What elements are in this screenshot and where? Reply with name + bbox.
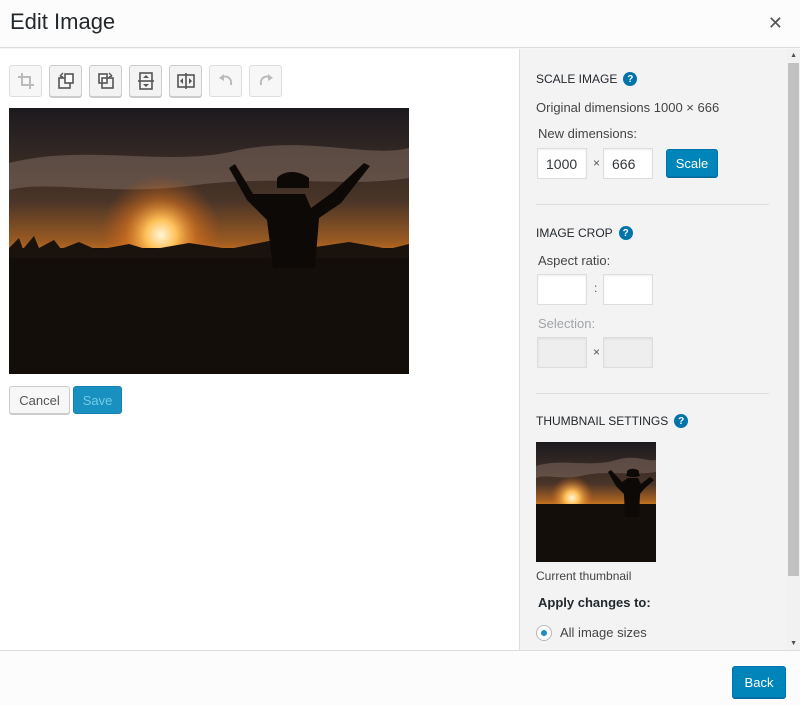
scale-button[interactable]: Scale: [666, 149, 718, 177]
flip-vertical-icon: [137, 72, 154, 90]
modal-title: Edit Image: [10, 9, 116, 34]
crop-icon: [17, 73, 34, 89]
crop-help-icon[interactable]: ?: [618, 226, 633, 240]
aspect-ratio-label: Aspect ratio:: [538, 253, 611, 268]
new-dimensions-label: New dimensions:: [538, 126, 637, 141]
back-button[interactable]: Back: [732, 666, 786, 698]
thumbnail-help-icon[interactable]: ?: [674, 414, 689, 428]
rotate-right-icon: [97, 72, 114, 89]
image-toolbar: [9, 65, 282, 97]
selection-label: Selection:: [538, 316, 596, 331]
sidebar-scrollbar[interactable]: ▲ ▼: [787, 49, 800, 650]
editing-image[interactable]: [9, 108, 409, 374]
all-image-sizes-radio[interactable]: [536, 625, 552, 641]
image-editor-panel: Cancel Save: [0, 49, 519, 650]
apply-changes-label: Apply changes to:: [538, 595, 651, 610]
redo-icon: [259, 74, 273, 86]
rotate-left-button[interactable]: [49, 65, 82, 97]
editor-actions: Cancel Save: [9, 386, 122, 414]
times-separator: ×: [593, 156, 601, 170]
crop-button[interactable]: [9, 65, 42, 97]
undo-button[interactable]: [209, 65, 242, 97]
scale-height-input[interactable]: [603, 148, 653, 179]
scroll-up-arrow-icon[interactable]: ▲: [790, 52, 797, 59]
radio-selected-dot: [541, 630, 547, 636]
scale-help-icon[interactable]: ?: [623, 72, 638, 86]
modal-header: Edit Image ✕: [0, 0, 800, 48]
cancel-button[interactable]: Cancel: [9, 386, 70, 414]
flip-horizontal-button[interactable]: [169, 65, 202, 97]
close-icon[interactable]: ✕: [768, 13, 783, 33]
image-crop-title: Image Crop ?: [536, 226, 633, 240]
divider: [536, 393, 769, 394]
flip-horizontal-icon: [176, 73, 195, 89]
aspect-width-input[interactable]: [537, 274, 587, 305]
current-thumbnail-image: [536, 442, 656, 562]
rotate-right-button[interactable]: [89, 65, 122, 97]
save-button[interactable]: Save: [73, 386, 122, 414]
current-thumbnail-caption: Current thumbnail: [536, 569, 632, 583]
colon-separator: :: [594, 281, 598, 295]
aspect-height-input[interactable]: [603, 274, 653, 305]
selection-width-input[interactable]: [537, 337, 587, 368]
rotate-left-icon: [57, 72, 74, 89]
scroll-down-arrow-icon[interactable]: ▼: [790, 640, 797, 647]
scale-image-title: Scale Image ?: [536, 72, 638, 86]
divider: [536, 204, 769, 205]
selection-height-input[interactable]: [603, 337, 653, 368]
undo-icon: [218, 74, 232, 86]
redo-button[interactable]: [249, 65, 282, 97]
flip-vertical-button[interactable]: [129, 65, 162, 97]
all-image-sizes-label[interactable]: All image sizes: [560, 625, 647, 640]
modal-footer: Back: [0, 650, 800, 705]
times-separator: ×: [593, 345, 601, 359]
thumbnail-settings-title: Thumbnail Settings ?: [536, 414, 689, 428]
scrollbar-thumb[interactable]: [788, 63, 799, 576]
original-dimensions: Original dimensions 1000 × 666: [536, 100, 720, 115]
image-settings-sidebar: Scale Image ? Original dimensions 1000 ×…: [519, 49, 800, 650]
scale-width-input[interactable]: [537, 148, 587, 179]
